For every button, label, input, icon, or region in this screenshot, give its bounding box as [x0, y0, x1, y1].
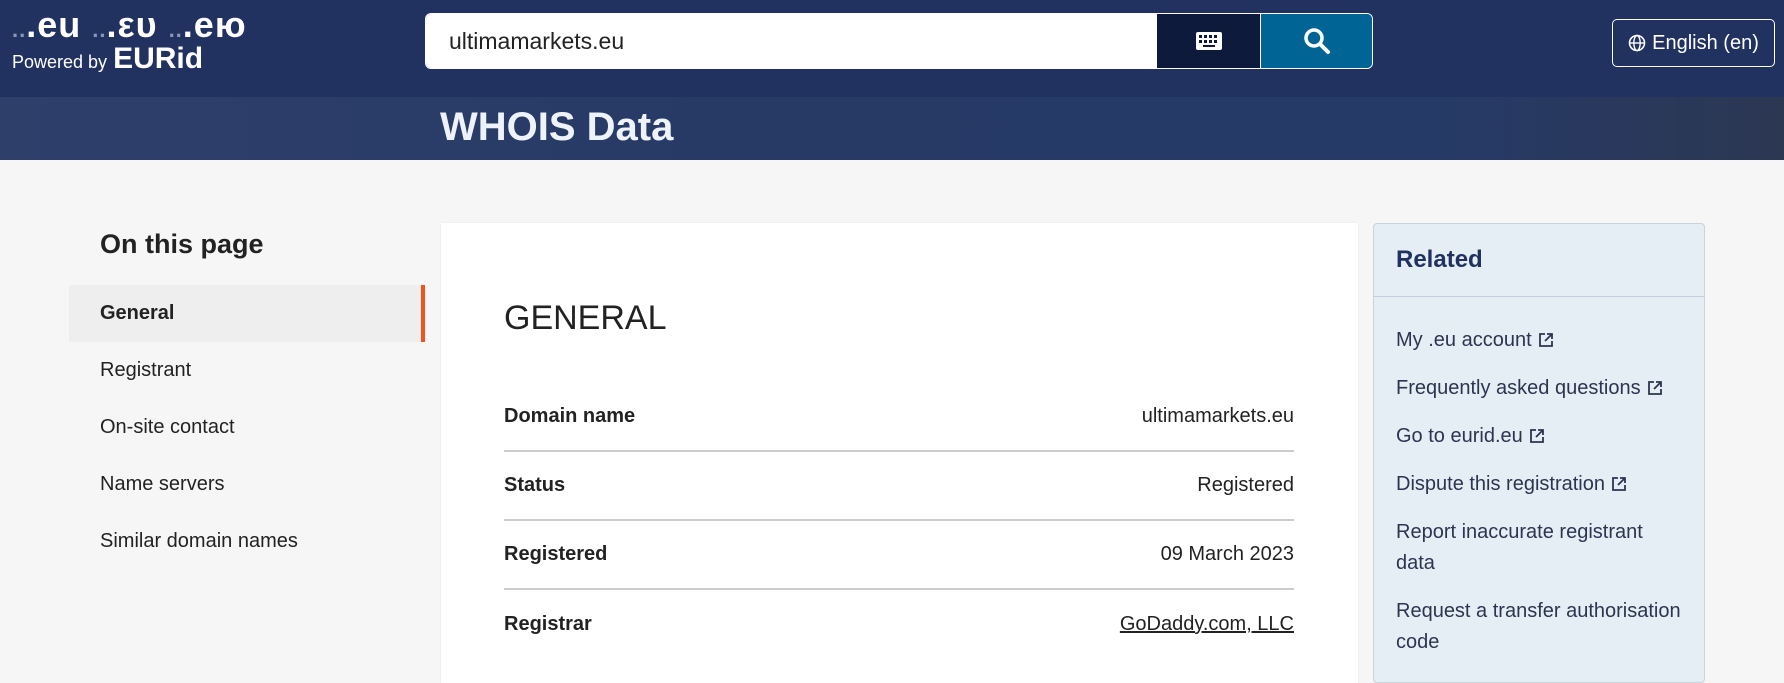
language-selector[interactable]: English (en) — [1612, 19, 1775, 67]
table-row: Registered 09 March 2023 — [504, 521, 1294, 590]
table-row: Status Registered — [504, 452, 1294, 521]
related-link-report-inaccurate[interactable]: Report inaccurate registrant data — [1396, 517, 1682, 579]
external-link-icon — [1529, 429, 1544, 443]
table-row: Domain name ultimamarkets.eu — [504, 383, 1294, 452]
related-link-my-account[interactable]: My .eu account — [1396, 325, 1682, 356]
toc-title: On this page — [100, 229, 264, 259]
external-link-icon — [1612, 477, 1626, 491]
row-label: Domain name — [504, 405, 636, 427]
page-banner: WHOIS Data — [0, 97, 1784, 160]
link-label: My .eu account — [1396, 329, 1532, 351]
site-header: ...eu ...ευ ...ею Powered byEURid Englis… — [0, 0, 1784, 97]
logo-tld-cyrillic: .ею — [182, 4, 247, 45]
row-label: Registrar — [504, 613, 592, 635]
row-value: Registered — [1197, 474, 1294, 496]
row-value: 09 March 2023 — [1160, 543, 1294, 565]
row-label: Registered — [504, 543, 608, 565]
virtual-keyboard-button[interactable] — [1157, 14, 1261, 68]
logo-brand: EURid — [113, 42, 204, 75]
table-row: Registrar GoDaddy.com, LLC — [504, 590, 1294, 659]
search-button[interactable] — [1261, 14, 1372, 68]
external-link-icon — [1538, 333, 1553, 347]
eurid-logo[interactable]: ...eu ...ευ ...ею Powered by EURid — [12, 4, 247, 76]
logo-tld-greek: .ευ — [106, 4, 158, 45]
related-panel: Related My .eu account Frequently asked … — [1373, 223, 1705, 683]
related-link-eurid[interactable]: Go to eurid.eu — [1396, 421, 1682, 452]
toc-item-general[interactable]: General — [69, 285, 425, 342]
section-title: GENERAL — [504, 299, 667, 337]
logo-powered-by: Powered by — [12, 52, 108, 72]
page-title: WHOIS Data — [440, 105, 674, 149]
logo-tld-eu: .eu — [26, 4, 82, 45]
link-label: Dispute this registration — [1396, 473, 1605, 495]
toc-item-similar-domains[interactable]: Similar domain names — [69, 513, 425, 570]
related-link-transfer-code[interactable]: Request a transfer authorisation code — [1396, 596, 1682, 658]
toc-nav: General Registrant On-site contact Name … — [69, 285, 425, 570]
row-label: Status — [504, 474, 566, 496]
general-section: GENERAL Domain name ultimamarkets.eu Stat… — [441, 223, 1358, 683]
related-link-dispute[interactable]: Dispute this registration — [1396, 469, 1682, 500]
link-label: Go to eurid.eu — [1396, 425, 1523, 447]
toc-item-name-servers[interactable]: Name servers — [69, 456, 425, 513]
row-value: ultimamarkets.eu — [1141, 405, 1294, 427]
globe-icon — [1628, 34, 1646, 52]
language-label: English (en) — [1652, 31, 1759, 54]
keyboard-icon — [1195, 32, 1222, 50]
domain-search-input[interactable] — [426, 14, 1157, 68]
related-link-faq[interactable]: Frequently asked questions — [1396, 373, 1682, 404]
search-icon — [1303, 28, 1330, 54]
external-link-icon — [1647, 381, 1662, 395]
search-bar — [425, 13, 1373, 69]
link-label: Frequently asked questions — [1396, 377, 1641, 399]
related-title: Related — [1374, 224, 1704, 297]
toc-item-onsite-contact[interactable]: On-site contact — [69, 399, 425, 456]
registrar-link[interactable]: GoDaddy.com, LLC — [1120, 613, 1294, 636]
toc-item-registrant[interactable]: Registrant — [69, 342, 425, 399]
